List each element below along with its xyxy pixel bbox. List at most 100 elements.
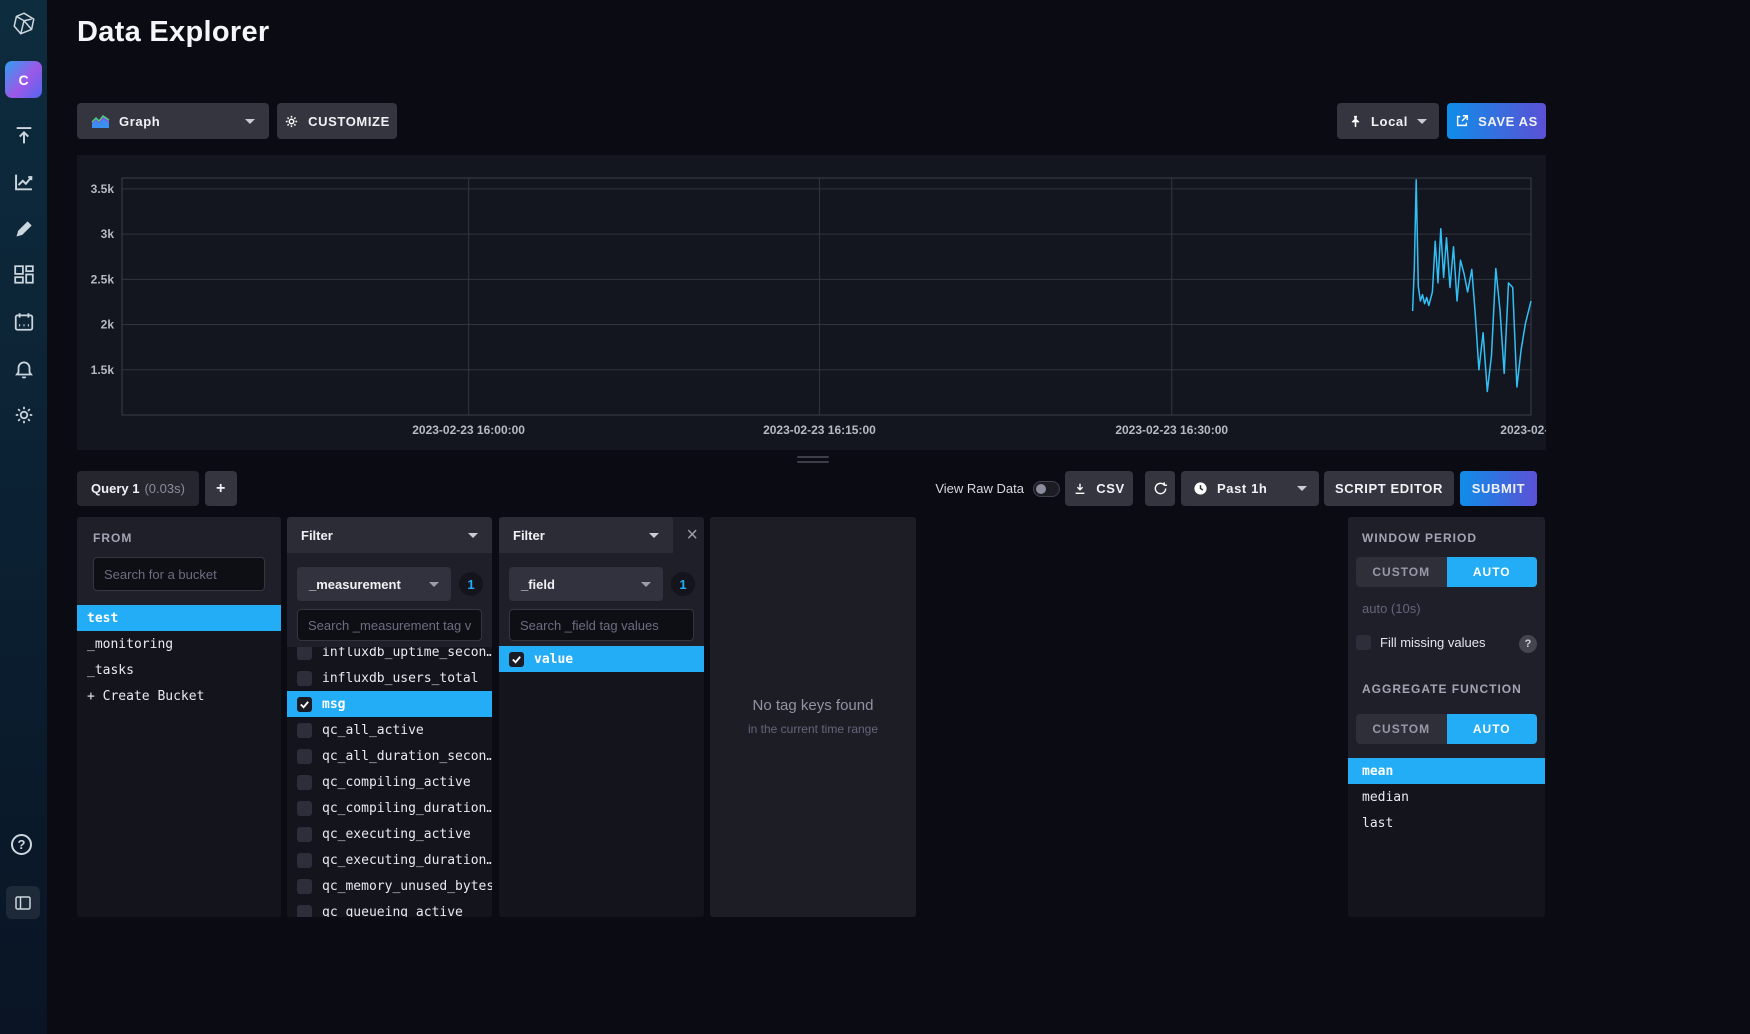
refresh-button[interactable] (1145, 471, 1175, 506)
fill-missing-checkbox[interactable] (1356, 635, 1371, 650)
measurement-item[interactable]: qc_compiling_duration… (287, 795, 492, 821)
checkbox[interactable] (297, 671, 312, 686)
measurement-label: qc_compiling_active (322, 775, 471, 790)
measurement-item[interactable]: qc_compiling_active (287, 769, 492, 795)
fill-missing-label: Fill missing values (1380, 635, 1485, 650)
bucket-item[interactable]: _tasks (77, 657, 281, 683)
aggregate-function-item[interactable]: mean (1348, 758, 1545, 784)
checkbox-checked[interactable] (297, 697, 312, 712)
chevron-down-icon (468, 533, 478, 538)
auto-option[interactable]: AUTO (1447, 714, 1538, 744)
checkbox[interactable] (297, 879, 312, 894)
measurement-item[interactable]: qc_all_duration_secon… (287, 743, 492, 769)
measurement-item[interactable]: msg (287, 691, 492, 717)
time-range-dropdown[interactable]: Past 1h (1181, 471, 1319, 506)
view-raw-data-toggle[interactable] (1033, 481, 1060, 497)
alerts-bell-icon[interactable] (0, 355, 47, 383)
auto-option[interactable]: AUTO (1447, 557, 1538, 587)
settings-gear-icon[interactable] (0, 401, 47, 429)
chevron-down-icon (245, 119, 255, 124)
field-search-input[interactable] (509, 609, 694, 641)
checkbox[interactable] (297, 827, 312, 842)
measurement-item[interactable]: influxdb_uptime_secon… (287, 647, 492, 665)
aggregate-function-item[interactable]: median (1348, 784, 1545, 810)
svg-text:3k: 3k (101, 227, 115, 241)
svg-text:2023-02-23 16:30:00: 2023-02-23 16:30:00 (1115, 423, 1228, 437)
view-type-dropdown[interactable]: Graph (77, 103, 269, 139)
window-period-panel: WINDOW PERIOD CUSTOM AUTO auto (10s) Fil… (1348, 517, 1545, 917)
download-icon (1073, 481, 1087, 496)
help-icon[interactable]: ? (11, 834, 32, 855)
bucket-search-input[interactable] (93, 557, 265, 591)
checkbox[interactable] (297, 905, 312, 918)
aggregate-function-item[interactable]: last (1348, 810, 1545, 836)
measurement-item[interactable]: qc_all_active (287, 717, 492, 743)
filter-label: Filter (513, 528, 545, 543)
time-range-label: Past 1h (1217, 481, 1267, 496)
add-query-button[interactable]: + (205, 471, 237, 506)
influxdb-logo-icon[interactable] (0, 10, 47, 38)
checkbox-checked[interactable] (509, 652, 524, 667)
aggregate-title: AGGREGATE FUNCTION (1362, 682, 1522, 696)
submit-button[interactable]: SUBMIT (1460, 471, 1537, 506)
chevron-down-icon (1297, 486, 1307, 491)
fill-missing-row: Fill missing values (1356, 635, 1537, 650)
from-title: FROM (93, 531, 132, 545)
filter-type-dropdown[interactable]: Filter (287, 517, 492, 553)
query-tab[interactable]: Query 1 (0.03s) (77, 471, 199, 506)
function-label: median (1362, 790, 1409, 805)
field-list: value (499, 646, 704, 917)
data-explorer-icon[interactable] (0, 168, 47, 196)
measurement-item[interactable]: qc_executing_duration… (287, 847, 492, 873)
checkbox[interactable] (297, 723, 312, 738)
account-avatar[interactable]: C (5, 61, 42, 98)
custom-option[interactable]: CUSTOM (1356, 557, 1447, 587)
close-icon[interactable]: × (686, 525, 698, 545)
checkbox[interactable] (297, 749, 312, 764)
bucket-list: test _monitoring _tasks + Create Bucket (77, 605, 281, 917)
checkbox[interactable] (297, 647, 312, 660)
toggle-knob (1036, 484, 1046, 494)
script-editor-button[interactable]: SCRIPT EDITOR (1324, 471, 1454, 506)
measurement-item[interactable]: influxdb_users_total (287, 665, 492, 691)
csv-label: CSV (1096, 481, 1125, 496)
resize-handle[interactable] (797, 456, 829, 466)
measurement-item[interactable]: qc_memory_unused_bytes (287, 873, 492, 899)
tasks-calendar-icon[interactable] (0, 308, 47, 336)
bucket-item[interactable]: test (77, 605, 281, 631)
save-as-button[interactable]: SAVE AS (1447, 103, 1546, 139)
local-dropdown[interactable]: Local (1337, 103, 1439, 139)
measurement-item[interactable]: qc_queueing_active (287, 899, 492, 917)
custom-option[interactable]: CUSTOM (1356, 714, 1447, 744)
tag-key-dropdown[interactable]: _field (509, 567, 663, 601)
chevron-down-icon (641, 582, 651, 587)
measurement-item[interactable]: qc_executing_active (287, 821, 492, 847)
window-period-title: WINDOW PERIOD (1362, 531, 1477, 545)
export-icon (1455, 114, 1469, 128)
customize-button[interactable]: CUSTOMIZE (277, 103, 397, 139)
checkbox[interactable] (297, 775, 312, 790)
checkbox[interactable] (297, 801, 312, 816)
notebooks-edit-icon[interactable] (0, 215, 47, 243)
measurement-search-input[interactable] (297, 609, 482, 641)
submit-label: SUBMIT (1472, 481, 1525, 496)
dashboards-icon[interactable] (0, 261, 47, 289)
toggle-sidebar-icon[interactable] (6, 886, 40, 919)
svg-text:2023-02-23 16:00:00: 2023-02-23 16:00:00 (412, 423, 525, 437)
help-tooltip-icon[interactable]: ? (1519, 635, 1537, 653)
customize-label: CUSTOMIZE (308, 114, 390, 129)
bucket-item[interactable]: _monitoring (77, 631, 281, 657)
filter-label: Filter (301, 528, 333, 543)
aggregate-function-list: mean median last (1348, 758, 1545, 917)
selected-count-badge: 1 (459, 572, 483, 596)
filter-type-dropdown[interactable]: Filter (499, 517, 673, 553)
tag-keys-empty-panel: No tag keys found in the current time ra… (710, 517, 916, 917)
field-item[interactable]: value (499, 646, 704, 672)
create-bucket-button[interactable]: + Create Bucket (77, 683, 281, 709)
measurement-label: qc_all_duration_secon… (322, 749, 492, 764)
checkbox[interactable] (297, 853, 312, 868)
plus-icon: + (216, 480, 226, 498)
csv-download-button[interactable]: CSV (1065, 471, 1133, 506)
tag-key-dropdown[interactable]: _measurement (297, 567, 451, 601)
upload-icon[interactable] (0, 122, 47, 150)
